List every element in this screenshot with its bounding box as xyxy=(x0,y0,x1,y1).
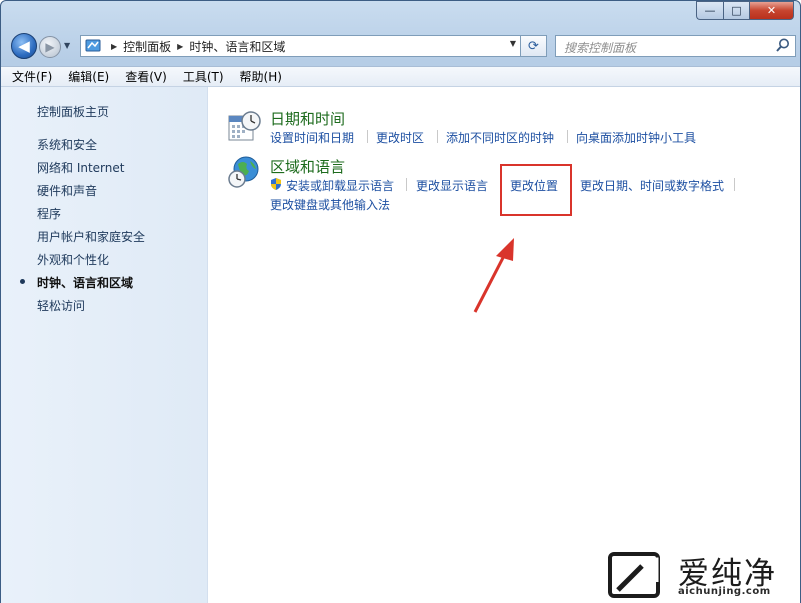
category-title-date-time[interactable]: 日期和时间 xyxy=(270,108,345,129)
link-change-keyboard-input[interactable]: 更改键盘或其他输入法 xyxy=(270,196,390,213)
sidebar-item-network[interactable]: 网络和 Internet xyxy=(37,159,124,176)
link-separator xyxy=(406,178,407,191)
refresh-icon: ⟳ xyxy=(528,38,539,54)
sidebar: 控制面板主页 系统和安全 网络和 Internet 硬件和声音 程序 用户帐户和… xyxy=(1,87,208,603)
forward-button[interactable]: ▶ xyxy=(39,36,61,58)
refresh-button[interactable]: ⟳ xyxy=(521,35,547,57)
address-bar[interactable]: ▶ 控制面板 ▶ 时钟、语言和区域 ▼ xyxy=(80,35,521,57)
sidebar-item-programs[interactable]: 程序 xyxy=(37,205,61,222)
control-panel-icon xyxy=(85,39,101,52)
sidebar-item-appearance[interactable]: 外观和个性化 xyxy=(37,251,109,268)
sidebar-item-user-accounts[interactable]: 用户帐户和家庭安全 xyxy=(37,228,145,245)
sidebar-item-hardware-sound[interactable]: 硬件和声音 xyxy=(37,182,97,199)
watermark: 爱纯净 aichunjing.com xyxy=(598,546,801,603)
menu-tools[interactable]: 工具(T) xyxy=(178,68,229,85)
breadcrumb-arrow-icon[interactable]: ▶ xyxy=(177,42,183,51)
watermark-url: aichunjing.com xyxy=(678,586,771,597)
current-item-bullet-icon xyxy=(20,279,25,284)
menu-bar: 文件(F) 编辑(E) 查看(V) 工具(T) 帮助(H) xyxy=(1,66,800,87)
calendar-clock-icon xyxy=(228,111,261,141)
highlight-box xyxy=(500,164,572,216)
search-box[interactable]: 搜索控制面板 xyxy=(555,35,796,57)
link-separator xyxy=(734,178,735,191)
maximize-button[interactable]: □ xyxy=(723,1,749,20)
close-button[interactable]: ✕ xyxy=(749,1,794,20)
link-add-clock-gadget[interactable]: 向桌面添加时钟小工具 xyxy=(576,129,696,146)
link-set-time-date[interactable]: 设置时间和日期 xyxy=(270,129,354,146)
red-arrow-icon xyxy=(473,238,514,313)
sidebar-item-clock-language-region[interactable]: 时钟、语言和区域 xyxy=(37,274,133,291)
sidebar-item-home[interactable]: 控制面板主页 xyxy=(37,103,109,120)
menu-view[interactable]: 查看(V) xyxy=(120,68,172,85)
sidebar-item-system-security[interactable]: 系统和安全 xyxy=(37,136,97,153)
category-title-region-language[interactable]: 区域和语言 xyxy=(270,156,345,177)
link-separator xyxy=(437,130,438,143)
search-icon[interactable] xyxy=(775,37,791,53)
globe-clock-icon xyxy=(228,156,259,188)
search-input[interactable]: 搜索控制面板 xyxy=(564,39,636,56)
recent-pages-dropdown-icon[interactable]: ▼ xyxy=(64,41,70,50)
minimize-button[interactable]: — xyxy=(696,1,723,20)
link-change-time-zone[interactable]: 更改时区 xyxy=(376,129,424,146)
watermark-logo-icon xyxy=(608,552,660,598)
address-dropdown-icon[interactable]: ▼ xyxy=(510,39,516,48)
navigation-bar: ◀ ▶ ▼ ▶ 控制面板 ▶ 时钟、语言和区域 ▼ ⟳ 搜索控制面板 xyxy=(9,32,796,60)
link-separator xyxy=(367,130,368,143)
menu-edit[interactable]: 编辑(E) xyxy=(63,68,114,85)
menu-help[interactable]: 帮助(H) xyxy=(235,68,287,85)
sidebar-item-ease-of-access[interactable]: 轻松访问 xyxy=(37,297,85,314)
link-separator xyxy=(567,130,568,143)
shield-icon xyxy=(271,178,281,190)
link-add-clocks[interactable]: 添加不同时区的时钟 xyxy=(446,129,554,146)
breadcrumb-clock-language-region[interactable]: 时钟、语言和区域 xyxy=(189,38,285,55)
menu-file[interactable]: 文件(F) xyxy=(7,68,57,85)
link-install-display-language[interactable]: 安装或卸载显示语言 xyxy=(286,177,394,194)
link-change-date-time-format[interactable]: 更改日期、时间或数字格式 xyxy=(580,177,724,194)
breadcrumb-arrow-icon[interactable]: ▶ xyxy=(111,42,117,51)
link-change-display-language[interactable]: 更改显示语言 xyxy=(416,177,488,194)
caption-buttons: — □ ✕ xyxy=(696,1,794,20)
back-button[interactable]: ◀ xyxy=(11,33,37,59)
breadcrumb-control-panel[interactable]: 控制面板 xyxy=(123,38,171,55)
